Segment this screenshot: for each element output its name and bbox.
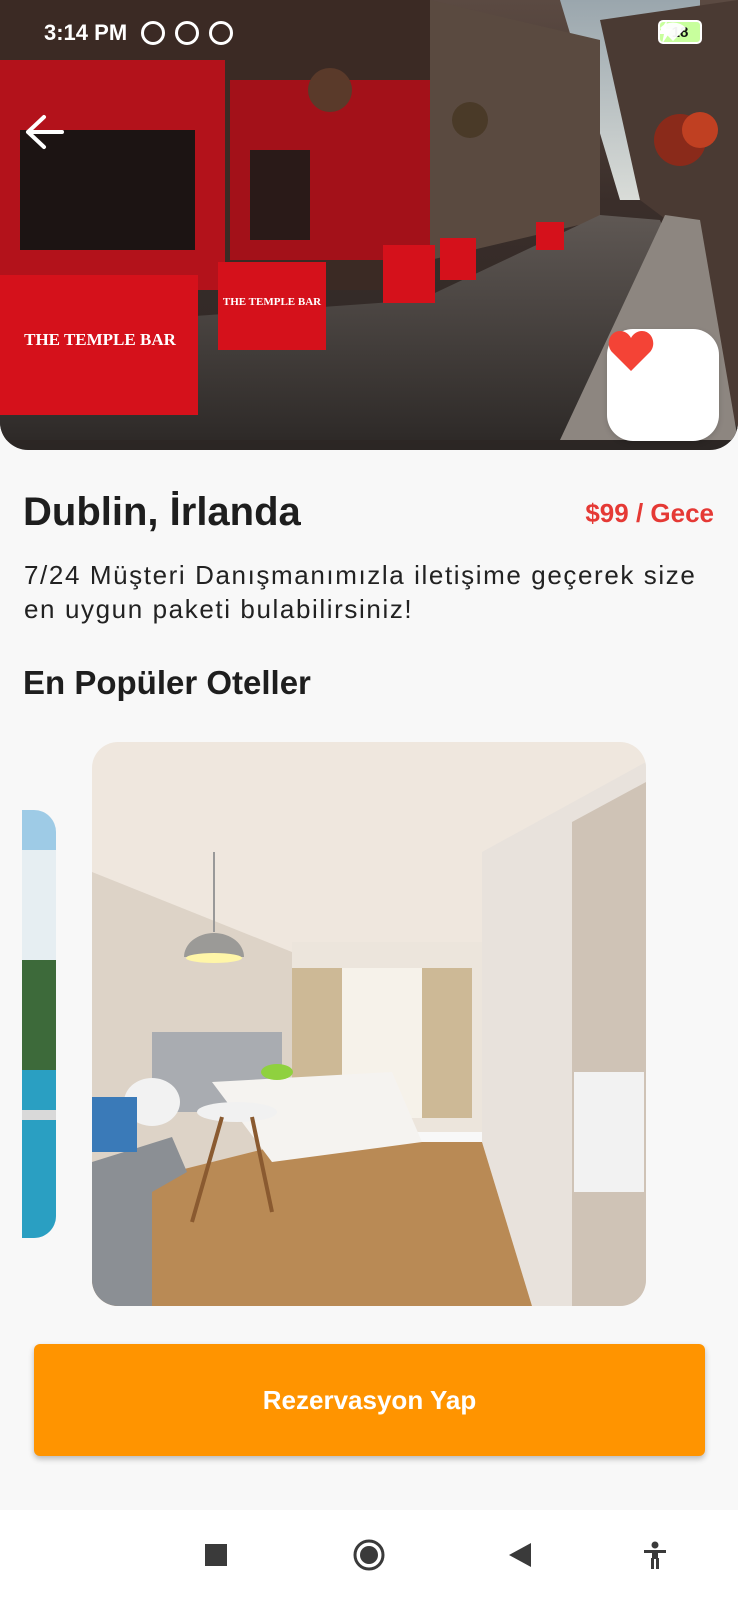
charging-icon: [658, 20, 672, 44]
sync-icon: [175, 21, 200, 45]
reserve-button[interactable]: Rezervasyon Yap: [34, 1344, 705, 1456]
recents-button[interactable]: [191, 1530, 241, 1580]
arrow-left-icon: [26, 115, 64, 149]
svg-text:THE TEMPLE BAR: THE TEMPLE BAR: [24, 330, 176, 349]
destination-title: Dublin, İrlanda: [23, 490, 301, 534]
hotel-card-previous[interactable]: [22, 810, 56, 1238]
back-nav-button[interactable]: [495, 1530, 545, 1580]
accessibility-button[interactable]: [630, 1530, 680, 1580]
svg-text:THE TEMPLE BAR: THE TEMPLE BAR: [223, 296, 322, 308]
status-time: 3:14 PM: [44, 20, 128, 45]
accessibility-icon: [644, 1541, 666, 1569]
destination-description: 7/24 Müşteri Danışmanımızla iletişime ge…: [24, 560, 697, 624]
back-button[interactable]: [24, 114, 72, 162]
price-per-night: $99 / Gece: [585, 498, 714, 528]
screen: THE TEMPLE BAR THE TEMPLE BAR 3:14 PM 18: [0, 0, 738, 1600]
popular-hotels-title: En Popüler Oteller: [23, 664, 311, 701]
favorite-button[interactable]: [607, 329, 719, 441]
alarm-icon: [141, 21, 166, 45]
status-bar: 3:14 PM 18: [0, 0, 738, 66]
navigation-bar: [0, 1510, 738, 1600]
hotel-photo-pool: [22, 810, 56, 1238]
home-button[interactable]: [344, 1530, 394, 1580]
hotel-photo-room: [92, 742, 646, 1306]
hero-image: THE TEMPLE BAR THE TEMPLE BAR 3:14 PM 18: [0, 0, 738, 450]
back-icon: [509, 1543, 531, 1567]
sync-icon: [209, 21, 234, 45]
heart-icon: [608, 331, 654, 371]
hotel-card[interactable]: [92, 742, 646, 1306]
home-icon: [353, 1539, 385, 1571]
recents-icon: [205, 1544, 227, 1566]
